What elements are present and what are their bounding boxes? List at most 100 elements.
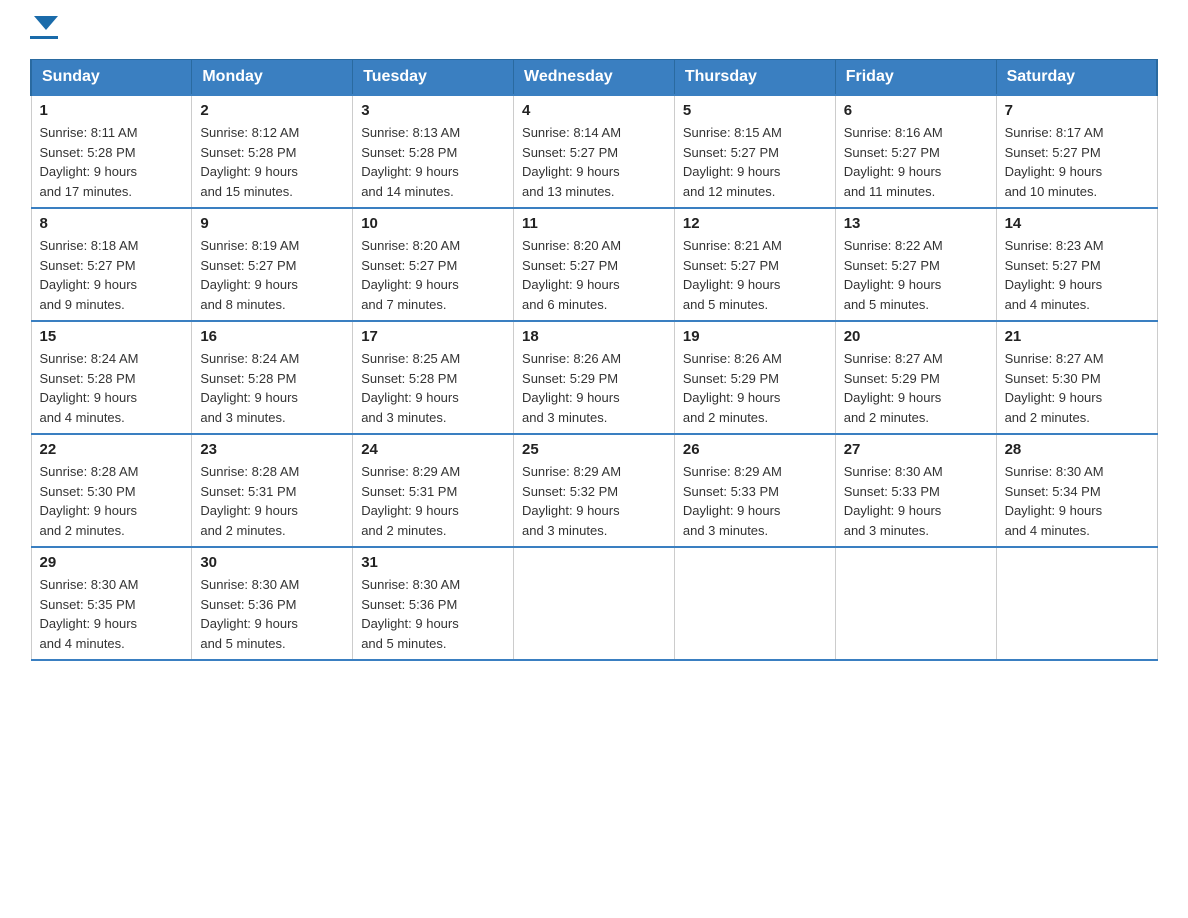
day-number: 3	[361, 102, 505, 119]
day-info: Sunrise: 8:28 AMSunset: 5:30 PMDaylight:…	[40, 462, 184, 540]
calendar-cell: 26 Sunrise: 8:29 AMSunset: 5:33 PMDaylig…	[674, 434, 835, 547]
day-info: Sunrise: 8:17 AMSunset: 5:27 PMDaylight:…	[1005, 123, 1149, 201]
calendar-cell: 3 Sunrise: 8:13 AMSunset: 5:28 PMDayligh…	[353, 95, 514, 208]
calendar-cell: 10 Sunrise: 8:20 AMSunset: 5:27 PMDaylig…	[353, 208, 514, 321]
logo-triangle-icon	[34, 16, 58, 30]
day-info: Sunrise: 8:29 AMSunset: 5:31 PMDaylight:…	[361, 462, 505, 540]
calendar-table: SundayMondayTuesdayWednesdayThursdayFrid…	[30, 59, 1158, 661]
calendar-cell: 30 Sunrise: 8:30 AMSunset: 5:36 PMDaylig…	[192, 547, 353, 660]
weekday-header-sunday: Sunday	[31, 60, 192, 96]
day-info: Sunrise: 8:14 AMSunset: 5:27 PMDaylight:…	[522, 123, 666, 201]
day-number: 26	[683, 441, 827, 458]
day-info: Sunrise: 8:21 AMSunset: 5:27 PMDaylight:…	[683, 236, 827, 314]
calendar-cell: 22 Sunrise: 8:28 AMSunset: 5:30 PMDaylig…	[31, 434, 192, 547]
day-info: Sunrise: 8:13 AMSunset: 5:28 PMDaylight:…	[361, 123, 505, 201]
day-info: Sunrise: 8:20 AMSunset: 5:27 PMDaylight:…	[361, 236, 505, 314]
calendar-cell: 31 Sunrise: 8:30 AMSunset: 5:36 PMDaylig…	[353, 547, 514, 660]
calendar-cell: 25 Sunrise: 8:29 AMSunset: 5:32 PMDaylig…	[514, 434, 675, 547]
day-info: Sunrise: 8:25 AMSunset: 5:28 PMDaylight:…	[361, 349, 505, 427]
calendar-week-row: 15 Sunrise: 8:24 AMSunset: 5:28 PMDaylig…	[31, 321, 1157, 434]
day-number: 5	[683, 102, 827, 119]
day-number: 2	[200, 102, 344, 119]
day-number: 18	[522, 328, 666, 345]
day-number: 21	[1005, 328, 1149, 345]
day-number: 31	[361, 554, 505, 571]
calendar-cell: 11 Sunrise: 8:20 AMSunset: 5:27 PMDaylig…	[514, 208, 675, 321]
day-info: Sunrise: 8:12 AMSunset: 5:28 PMDaylight:…	[200, 123, 344, 201]
day-number: 23	[200, 441, 344, 458]
logo	[30, 20, 58, 39]
day-info: Sunrise: 8:11 AMSunset: 5:28 PMDaylight:…	[40, 123, 184, 201]
weekday-header-saturday: Saturday	[996, 60, 1157, 96]
calendar-cell: 19 Sunrise: 8:26 AMSunset: 5:29 PMDaylig…	[674, 321, 835, 434]
calendar-cell	[996, 547, 1157, 660]
day-number: 10	[361, 215, 505, 232]
calendar-cell	[674, 547, 835, 660]
calendar-cell: 6 Sunrise: 8:16 AMSunset: 5:27 PMDayligh…	[835, 95, 996, 208]
calendar-cell: 15 Sunrise: 8:24 AMSunset: 5:28 PMDaylig…	[31, 321, 192, 434]
weekday-header-row: SundayMondayTuesdayWednesdayThursdayFrid…	[31, 60, 1157, 96]
day-info: Sunrise: 8:27 AMSunset: 5:29 PMDaylight:…	[844, 349, 988, 427]
day-info: Sunrise: 8:27 AMSunset: 5:30 PMDaylight:…	[1005, 349, 1149, 427]
calendar-cell: 21 Sunrise: 8:27 AMSunset: 5:30 PMDaylig…	[996, 321, 1157, 434]
day-number: 13	[844, 215, 988, 232]
calendar-cell: 17 Sunrise: 8:25 AMSunset: 5:28 PMDaylig…	[353, 321, 514, 434]
calendar-week-row: 29 Sunrise: 8:30 AMSunset: 5:35 PMDaylig…	[31, 547, 1157, 660]
day-number: 20	[844, 328, 988, 345]
day-number: 1	[40, 102, 184, 119]
day-info: Sunrise: 8:20 AMSunset: 5:27 PMDaylight:…	[522, 236, 666, 314]
day-info: Sunrise: 8:30 AMSunset: 5:33 PMDaylight:…	[844, 462, 988, 540]
day-info: Sunrise: 8:29 AMSunset: 5:33 PMDaylight:…	[683, 462, 827, 540]
calendar-cell: 14 Sunrise: 8:23 AMSunset: 5:27 PMDaylig…	[996, 208, 1157, 321]
calendar-cell: 27 Sunrise: 8:30 AMSunset: 5:33 PMDaylig…	[835, 434, 996, 547]
day-number: 14	[1005, 215, 1149, 232]
day-number: 15	[40, 328, 184, 345]
weekday-header-thursday: Thursday	[674, 60, 835, 96]
calendar-cell: 9 Sunrise: 8:19 AMSunset: 5:27 PMDayligh…	[192, 208, 353, 321]
day-info: Sunrise: 8:15 AMSunset: 5:27 PMDaylight:…	[683, 123, 827, 201]
calendar-cell: 16 Sunrise: 8:24 AMSunset: 5:28 PMDaylig…	[192, 321, 353, 434]
day-number: 8	[40, 215, 184, 232]
calendar-cell	[835, 547, 996, 660]
calendar-cell: 28 Sunrise: 8:30 AMSunset: 5:34 PMDaylig…	[996, 434, 1157, 547]
calendar-cell: 7 Sunrise: 8:17 AMSunset: 5:27 PMDayligh…	[996, 95, 1157, 208]
day-info: Sunrise: 8:22 AMSunset: 5:27 PMDaylight:…	[844, 236, 988, 314]
day-number: 17	[361, 328, 505, 345]
day-info: Sunrise: 8:19 AMSunset: 5:27 PMDaylight:…	[200, 236, 344, 314]
day-number: 25	[522, 441, 666, 458]
calendar-week-row: 22 Sunrise: 8:28 AMSunset: 5:30 PMDaylig…	[31, 434, 1157, 547]
day-info: Sunrise: 8:26 AMSunset: 5:29 PMDaylight:…	[683, 349, 827, 427]
day-number: 7	[1005, 102, 1149, 119]
weekday-header-friday: Friday	[835, 60, 996, 96]
day-number: 12	[683, 215, 827, 232]
calendar-cell: 13 Sunrise: 8:22 AMSunset: 5:27 PMDaylig…	[835, 208, 996, 321]
day-number: 29	[40, 554, 184, 571]
calendar-cell: 12 Sunrise: 8:21 AMSunset: 5:27 PMDaylig…	[674, 208, 835, 321]
weekday-header-monday: Monday	[192, 60, 353, 96]
day-info: Sunrise: 8:30 AMSunset: 5:36 PMDaylight:…	[200, 575, 344, 653]
day-info: Sunrise: 8:24 AMSunset: 5:28 PMDaylight:…	[200, 349, 344, 427]
day-info: Sunrise: 8:16 AMSunset: 5:27 PMDaylight:…	[844, 123, 988, 201]
calendar-cell: 20 Sunrise: 8:27 AMSunset: 5:29 PMDaylig…	[835, 321, 996, 434]
day-info: Sunrise: 8:28 AMSunset: 5:31 PMDaylight:…	[200, 462, 344, 540]
day-info: Sunrise: 8:29 AMSunset: 5:32 PMDaylight:…	[522, 462, 666, 540]
weekday-header-wednesday: Wednesday	[514, 60, 675, 96]
calendar-cell	[514, 547, 675, 660]
day-number: 11	[522, 215, 666, 232]
day-info: Sunrise: 8:26 AMSunset: 5:29 PMDaylight:…	[522, 349, 666, 427]
calendar-week-row: 8 Sunrise: 8:18 AMSunset: 5:27 PMDayligh…	[31, 208, 1157, 321]
calendar-cell: 18 Sunrise: 8:26 AMSunset: 5:29 PMDaylig…	[514, 321, 675, 434]
logo-underline	[30, 36, 58, 39]
day-number: 27	[844, 441, 988, 458]
calendar-cell: 23 Sunrise: 8:28 AMSunset: 5:31 PMDaylig…	[192, 434, 353, 547]
day-info: Sunrise: 8:18 AMSunset: 5:27 PMDaylight:…	[40, 236, 184, 314]
calendar-cell: 24 Sunrise: 8:29 AMSunset: 5:31 PMDaylig…	[353, 434, 514, 547]
day-number: 9	[200, 215, 344, 232]
day-number: 4	[522, 102, 666, 119]
day-info: Sunrise: 8:30 AMSunset: 5:34 PMDaylight:…	[1005, 462, 1149, 540]
day-number: 24	[361, 441, 505, 458]
calendar-cell: 8 Sunrise: 8:18 AMSunset: 5:27 PMDayligh…	[31, 208, 192, 321]
day-info: Sunrise: 8:24 AMSunset: 5:28 PMDaylight:…	[40, 349, 184, 427]
day-number: 22	[40, 441, 184, 458]
day-number: 28	[1005, 441, 1149, 458]
